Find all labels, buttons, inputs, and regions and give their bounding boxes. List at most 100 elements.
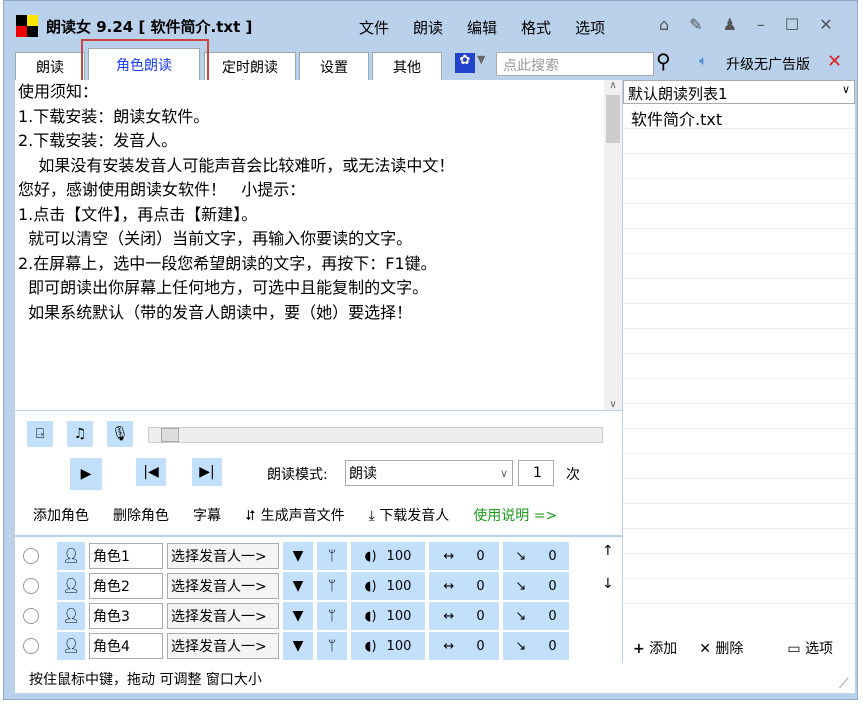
- role-name-input[interactable]: 角色3: [89, 603, 163, 629]
- menu-edit[interactable]: 编辑: [467, 17, 497, 38]
- volume-icon: ◖): [364, 578, 377, 594]
- voice-select[interactable]: 选择发音人一>: [167, 543, 279, 569]
- previous-button[interactable]: |◀: [136, 458, 166, 486]
- microphone-icon[interactable]: 🎙︎: [107, 421, 133, 447]
- search-icon[interactable]: ⚲: [656, 49, 671, 73]
- slider-thumb[interactable]: [161, 428, 179, 442]
- voice-select[interactable]: 选择发音人一>: [167, 603, 279, 629]
- playlist-panel: 默认朗读列表1 ∨ 软件简介.txt + 添加 ✕ 删除 ▭ 选项: [623, 80, 855, 663]
- count-unit: 次: [566, 467, 580, 483]
- menu-file[interactable]: 文件: [359, 17, 389, 38]
- resize-grip-icon[interactable]: ⟋: [839, 676, 849, 692]
- volume-control[interactable]: ◖) 100: [351, 602, 425, 630]
- role-row: 👤︎ 角色3 选择发音人一> ▼ ᛘ ◖) 100 ↔ 0 ↘ 0: [23, 602, 569, 630]
- voice-effect-icon[interactable]: ᛘ: [317, 572, 347, 600]
- text-scrollbar[interactable]: ∧ ∨: [604, 80, 622, 410]
- role-radio[interactable]: [23, 578, 39, 594]
- role-radio[interactable]: [23, 638, 39, 654]
- role-name-input[interactable]: 角色1: [89, 543, 163, 569]
- repeat-count-input[interactable]: 1: [518, 460, 554, 486]
- generate-audio-button[interactable]: ⮃ 生成声音文件: [245, 505, 345, 525]
- person-icon[interactable]: 👤︎: [57, 632, 85, 660]
- text-line: 如果系统默认（带的发音人朗读中，要（她）要选择！: [18, 302, 413, 322]
- person-icon[interactable]: 👤︎: [57, 572, 85, 600]
- mode-select[interactable]: 朗读 ∨: [345, 460, 513, 486]
- role-radio[interactable]: [23, 548, 39, 564]
- playlist-item[interactable]: 软件简介.txt: [623, 104, 855, 129]
- window-title: 朗读女 9.24 [ 软件简介.txt ]: [46, 17, 253, 36]
- playlist-options-button[interactable]: ▭ 选项: [787, 638, 833, 658]
- menu-options[interactable]: 选项: [575, 17, 605, 38]
- pitch-control[interactable]: ↘ 0: [503, 542, 569, 570]
- volume-icon: ◖): [364, 638, 377, 654]
- speed-icon: ↔: [443, 548, 455, 564]
- chevron-down-icon[interactable]: ▼: [477, 53, 485, 66]
- home-icon[interactable]: ⌂: [659, 15, 669, 34]
- speed-control[interactable]: ↔ 0: [429, 632, 499, 660]
- close-ad-icon[interactable]: ✕: [827, 51, 842, 72]
- scroll-thumb[interactable]: [606, 95, 620, 143]
- menu-bar: 文件 朗读 编辑 格式 选项: [359, 17, 605, 38]
- move-down-button[interactable]: ↓: [602, 576, 614, 592]
- baidu-paw-icon[interactable]: ✿: [455, 53, 475, 73]
- dropdown-icon[interactable]: ▼: [283, 542, 313, 570]
- progress-slider[interactable]: [148, 427, 603, 443]
- speed-control[interactable]: ↔ 0: [429, 542, 499, 570]
- speed-control[interactable]: ↔ 0: [429, 572, 499, 600]
- volume-control[interactable]: ◖) 100: [351, 572, 425, 600]
- role-radio[interactable]: [23, 608, 39, 624]
- dropdown-icon[interactable]: ▼: [283, 572, 313, 600]
- help-link[interactable]: 使用说明 =>: [473, 505, 557, 525]
- add-role-button[interactable]: 添加角色: [33, 505, 89, 525]
- close-button[interactable]: ✕: [819, 15, 832, 34]
- tab-read[interactable]: 朗读: [15, 52, 85, 80]
- person-icon[interactable]: 👤︎: [57, 542, 85, 570]
- voice-effect-icon[interactable]: ᛘ: [317, 542, 347, 570]
- menu-format[interactable]: 格式: [521, 17, 551, 38]
- text-line: 如果没有安装发音人可能声音会比较难听，或无法读中文！: [18, 155, 455, 175]
- volume-control[interactable]: ◖) 100: [351, 632, 425, 660]
- speed-control[interactable]: ↔ 0: [429, 602, 499, 630]
- playlist-select[interactable]: 默认朗读列表1 ∨: [623, 80, 855, 104]
- pin-icon[interactable]: ✎: [689, 15, 702, 34]
- text-line: 2.下载安装：发音人。: [18, 131, 178, 150]
- pitch-control[interactable]: ↘ 0: [503, 602, 569, 630]
- playlist-add-button[interactable]: + 添加: [633, 638, 677, 658]
- dropdown-icon[interactable]: ▼: [283, 602, 313, 630]
- convert-icon: ⮃: [245, 508, 257, 524]
- maximize-button[interactable]: ☐: [785, 15, 799, 34]
- next-button[interactable]: ▶|: [192, 458, 222, 486]
- role-name-input[interactable]: 角色4: [89, 633, 163, 659]
- voice-effect-icon[interactable]: ᛘ: [317, 632, 347, 660]
- music-note-icon[interactable]: ♫: [67, 421, 93, 447]
- doc-music-icon[interactable]: ⍈: [27, 421, 53, 447]
- person-icon[interactable]: 👤︎: [57, 602, 85, 630]
- voice-select[interactable]: 选择发音人一>: [167, 633, 279, 659]
- pitch-icon: ↘: [515, 578, 527, 594]
- dropdown-icon[interactable]: ▼: [283, 632, 313, 660]
- upgrade-link[interactable]: 升级无广告版: [726, 54, 810, 74]
- speed-icon: ↔: [443, 608, 455, 624]
- search-input[interactable]: 点此搜索: [496, 52, 654, 76]
- pitch-control[interactable]: ↘ 0: [503, 632, 569, 660]
- subtitle-button[interactable]: 字幕: [193, 505, 221, 525]
- role-name-input[interactable]: 角色2: [89, 573, 163, 599]
- tab-other[interactable]: 其他: [372, 52, 442, 80]
- download-voice-button[interactable]: ⤓ 下载发音人: [369, 505, 450, 525]
- volume-control[interactable]: ◖) 100: [351, 542, 425, 570]
- skin-icon[interactable]: ♟: [723, 15, 737, 34]
- delete-role-button[interactable]: 删除角色: [113, 505, 169, 525]
- role-row: 👤︎ 角色2 选择发音人一> ▼ ᛘ ◖) 100 ↔ 0 ↘ 0: [23, 572, 569, 600]
- pitch-icon: ↘: [515, 548, 527, 564]
- menu-read[interactable]: 朗读: [413, 17, 443, 38]
- play-button[interactable]: ▶: [70, 458, 102, 490]
- volume-icon: ◖): [364, 608, 377, 624]
- text-editor[interactable]: 使用须知： 1.下载安装：朗读女软件。 2.下载安装：发音人。 如果没有安装发音人可…: [15, 80, 605, 410]
- move-up-button[interactable]: ↑: [602, 543, 614, 559]
- minimize-button[interactable]: –: [757, 15, 765, 34]
- pitch-control[interactable]: ↘ 0: [503, 572, 569, 600]
- voice-select[interactable]: 选择发音人一>: [167, 573, 279, 599]
- voice-effect-icon[interactable]: ᛘ: [317, 602, 347, 630]
- playlist-delete-button[interactable]: ✕ 删除: [699, 638, 743, 658]
- text-line: 您好，感谢使用朗读女软件！ 小提示：: [18, 180, 306, 199]
